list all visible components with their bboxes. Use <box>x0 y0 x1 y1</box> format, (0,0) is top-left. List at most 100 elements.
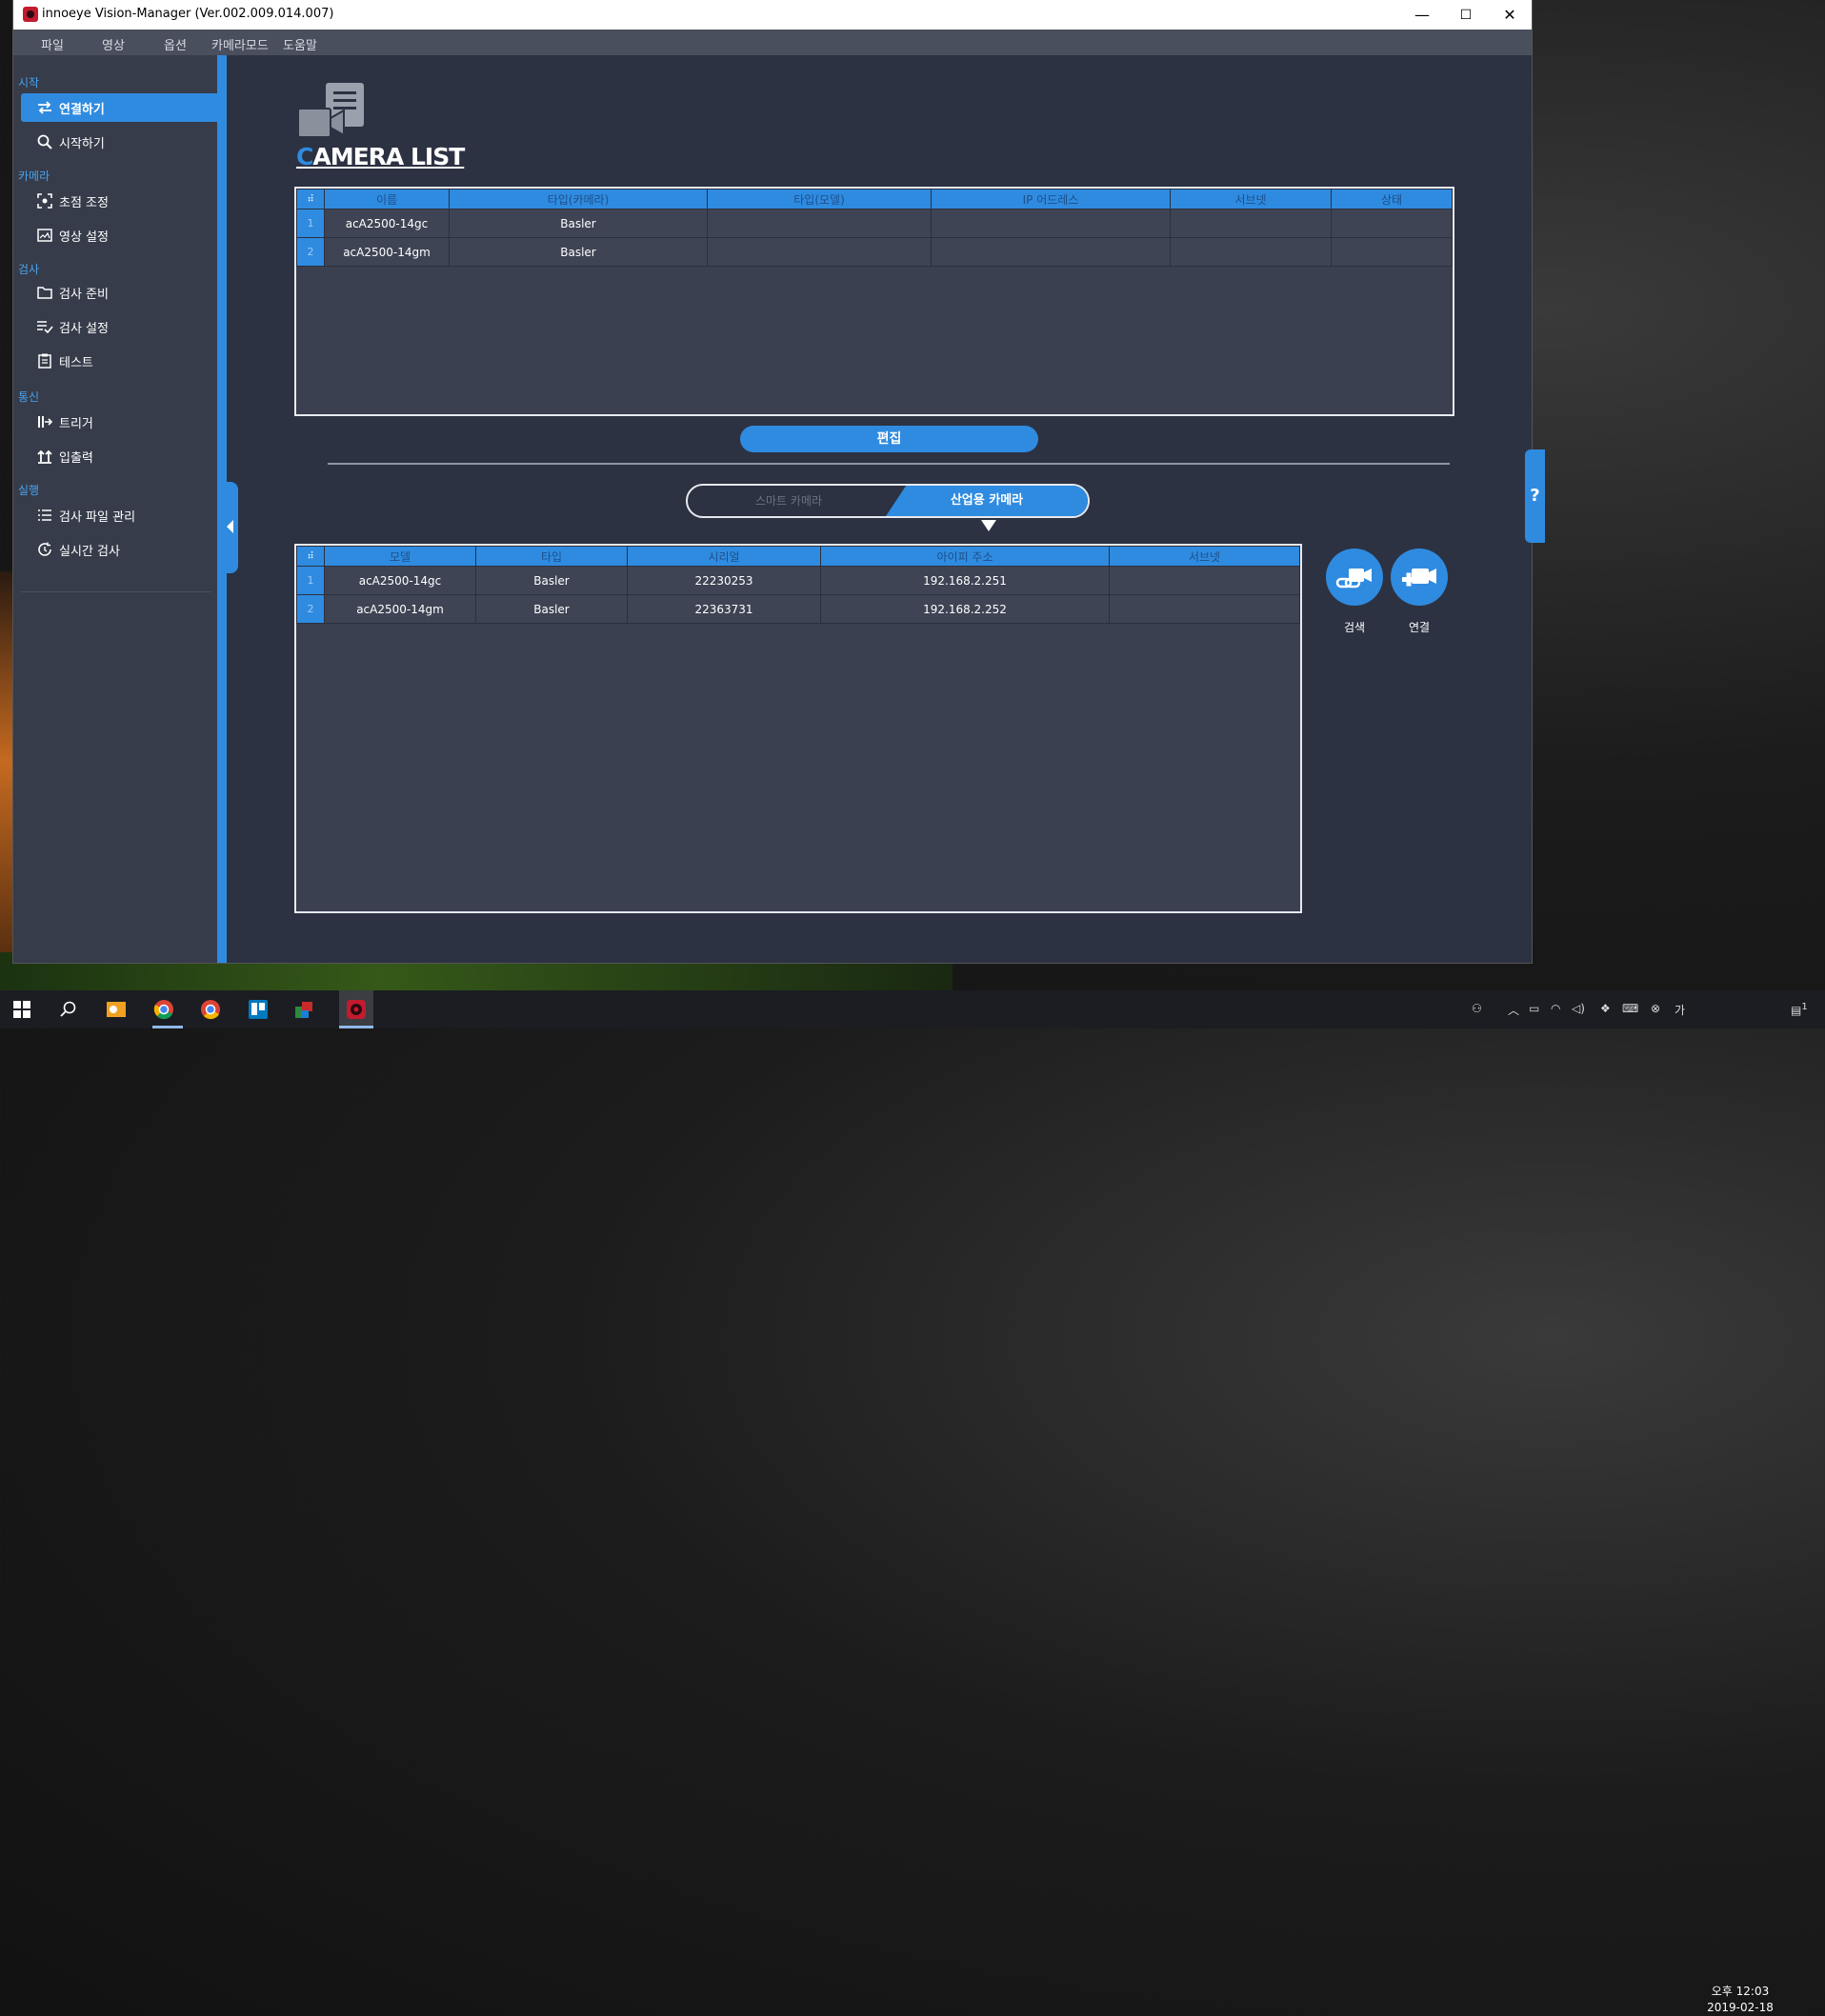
cell-status[interactable] <box>1331 237 1453 267</box>
sidebar-collapse-button[interactable] <box>227 482 238 573</box>
windows-start-icon[interactable] <box>10 998 33 1021</box>
x-circle-icon[interactable]: ⊗ <box>1651 1002 1660 1015</box>
sidebar-item-inspect-files[interactable]: 검사 파일 관리 <box>21 501 217 529</box>
people-icon[interactable]: ⚇ <box>1472 1002 1482 1015</box>
office-apps-icon[interactable] <box>292 998 315 1021</box>
select-all-corner[interactable]: ⠾ <box>296 546 325 567</box>
cell-type-camera[interactable]: Basler <box>449 209 708 238</box>
industrial-camera-option[interactable]: 산업용 카메라 <box>886 486 1088 516</box>
battery-icon[interactable]: ▭ <box>1529 1002 1539 1015</box>
search-camera-button[interactable] <box>1326 549 1383 606</box>
cell-ip[interactable]: 192.168.2.251 <box>820 566 1110 595</box>
cell-type[interactable]: Basler <box>475 594 628 624</box>
cell-ip[interactable] <box>931 209 1171 238</box>
sidebar-item-image-settings[interactable]: 영상 설정 <box>21 221 217 250</box>
cell-subnet[interactable] <box>1170 209 1332 238</box>
row-number[interactable]: 2 <box>296 594 325 624</box>
column-header[interactable]: 이름 <box>324 189 450 210</box>
sidebar-item-test[interactable]: 테스트 <box>21 347 217 375</box>
sidebar-item-connect[interactable]: 연결하기 <box>21 93 217 122</box>
table-row[interactable]: 2 acA2500-14gm Basler <box>296 237 1453 267</box>
menu-video[interactable]: 영상 <box>102 35 125 53</box>
column-header[interactable]: 상태 <box>1331 189 1453 210</box>
volume-icon[interactable]: ◁) <box>1572 1002 1585 1015</box>
table-header: ⠾ 모델 타입 시리얼 아이피 주소 서브넷 <box>296 546 1300 567</box>
sidebar-item-inspect-settings[interactable]: 검사 설정 <box>21 312 217 341</box>
vision-manager-taskbar-icon[interactable] <box>339 990 373 1028</box>
menu-file[interactable]: 파일 <box>41 35 64 53</box>
cell-ip[interactable] <box>931 237 1171 267</box>
cell-subnet[interactable] <box>1109 594 1300 624</box>
smart-camera-option[interactable]: 스마트 카메라 <box>688 486 890 516</box>
sidebar-edge <box>217 55 227 963</box>
maximize-button[interactable]: ☐ <box>1444 0 1488 30</box>
search-icon <box>36 133 53 150</box>
cell-serial[interactable]: 22230253 <box>627 566 821 595</box>
cell-type-camera[interactable]: Basler <box>449 237 708 267</box>
outlook-icon[interactable] <box>105 998 128 1021</box>
desktop-wallpaper-edge <box>0 571 14 952</box>
cell-model[interactable]: acA2500-14gc <box>324 566 476 595</box>
menu-options[interactable]: 옵션 <box>164 35 187 53</box>
select-all-corner[interactable]: ⠾ <box>296 189 325 210</box>
table-row[interactable]: 2 acA2500-14gm Basler 22363731 192.168.2… <box>296 594 1300 624</box>
sidebar-item-trigger[interactable]: 트리거 <box>21 408 217 436</box>
sidebar-item-realtime-inspect[interactable]: 실시간 검사 <box>21 535 217 564</box>
dropbox-icon[interactable]: ❖ <box>1600 1002 1611 1015</box>
sidebar-item-inspect-prepare[interactable]: 검사 준비 <box>21 278 217 307</box>
menu-bar: 파일 영상 옵션 카메라모드 도움말 <box>13 30 1532 55</box>
edit-button[interactable]: 편집 <box>740 426 1038 452</box>
table-row[interactable]: 1 acA2500-14gc Basler <box>296 209 1453 238</box>
cell-name[interactable]: acA2500-14gm <box>324 237 450 267</box>
column-header[interactable]: 서브넷 <box>1170 189 1332 210</box>
cell-model[interactable]: acA2500-14gm <box>324 594 476 624</box>
discovered-camera-table: ⠾ 모델 타입 시리얼 아이피 주소 서브넷 1 acA2500-14gc Ba… <box>294 544 1302 913</box>
ime-icon[interactable]: 가 <box>1675 1002 1685 1018</box>
cell-type[interactable]: Basler <box>475 566 628 595</box>
minimize-button[interactable]: — <box>1400 0 1444 30</box>
cell-ip[interactable]: 192.168.2.252 <box>820 594 1110 624</box>
table-row[interactable]: 1 acA2500-14gc Basler 22230253 192.168.2… <box>296 566 1300 595</box>
cell-type-model[interactable] <box>707 209 932 238</box>
sidebar-item-label: 입출력 <box>59 450 93 466</box>
column-header[interactable]: 타입(모델) <box>707 189 932 210</box>
column-header[interactable]: 시리얼 <box>627 546 821 567</box>
menu-help[interactable]: 도움말 <box>283 35 317 53</box>
row-number[interactable]: 1 <box>296 566 325 595</box>
chrome-icon[interactable] <box>152 998 175 1021</box>
column-header[interactable]: IP 어드레스 <box>931 189 1171 210</box>
cell-subnet[interactable] <box>1109 566 1300 595</box>
image-settings-icon <box>36 227 53 244</box>
column-header[interactable]: 아이피 주소 <box>820 546 1110 567</box>
cell-serial[interactable]: 22363731 <box>627 594 821 624</box>
column-header[interactable]: 서브넷 <box>1109 546 1300 567</box>
trello-icon[interactable] <box>247 998 270 1021</box>
cell-name[interactable]: acA2500-14gc <box>324 209 450 238</box>
sidebar-item-io[interactable]: 입출력 <box>21 442 217 470</box>
keyboard-icon[interactable]: ⌨ <box>1622 1002 1638 1015</box>
menu-camera-mode[interactable]: 카메라모드 <box>211 35 269 53</box>
row-number[interactable]: 1 <box>296 209 325 238</box>
sidebar-item-focus[interactable]: 초점 조정 <box>21 187 217 215</box>
row-number[interactable]: 2 <box>296 237 325 267</box>
clipboard-icon <box>36 352 53 369</box>
help-button[interactable]: ? <box>1525 449 1545 543</box>
section-divider <box>328 463 1450 465</box>
taskbar-clock[interactable]: 오후 12:03 2019-02-18 <box>1697 1984 1783 2016</box>
wifi-icon[interactable]: ◠ <box>1551 1002 1560 1015</box>
cell-type-model[interactable] <box>707 237 932 267</box>
connect-camera-button[interactable] <box>1391 549 1448 606</box>
column-header[interactable]: 모델 <box>324 546 476 567</box>
sidebar-item-start[interactable]: 시작하기 <box>21 128 217 156</box>
section-start: 시작 <box>18 76 40 90</box>
notification-icon[interactable]: ▤1 <box>1791 1002 1808 1017</box>
column-header[interactable]: 타입 <box>475 546 628 567</box>
chrome-alt-icon[interactable] <box>199 998 222 1021</box>
sidebar-item-label: 검사 파일 관리 <box>59 509 136 525</box>
search-icon[interactable] <box>57 998 80 1021</box>
cell-status[interactable] <box>1331 209 1453 238</box>
close-button[interactable]: ✕ <box>1488 0 1532 30</box>
chevron-up-icon[interactable]: ︿ <box>1508 1002 1519 1018</box>
cell-subnet[interactable] <box>1170 237 1332 267</box>
column-header[interactable]: 타입(카메라) <box>449 189 708 210</box>
